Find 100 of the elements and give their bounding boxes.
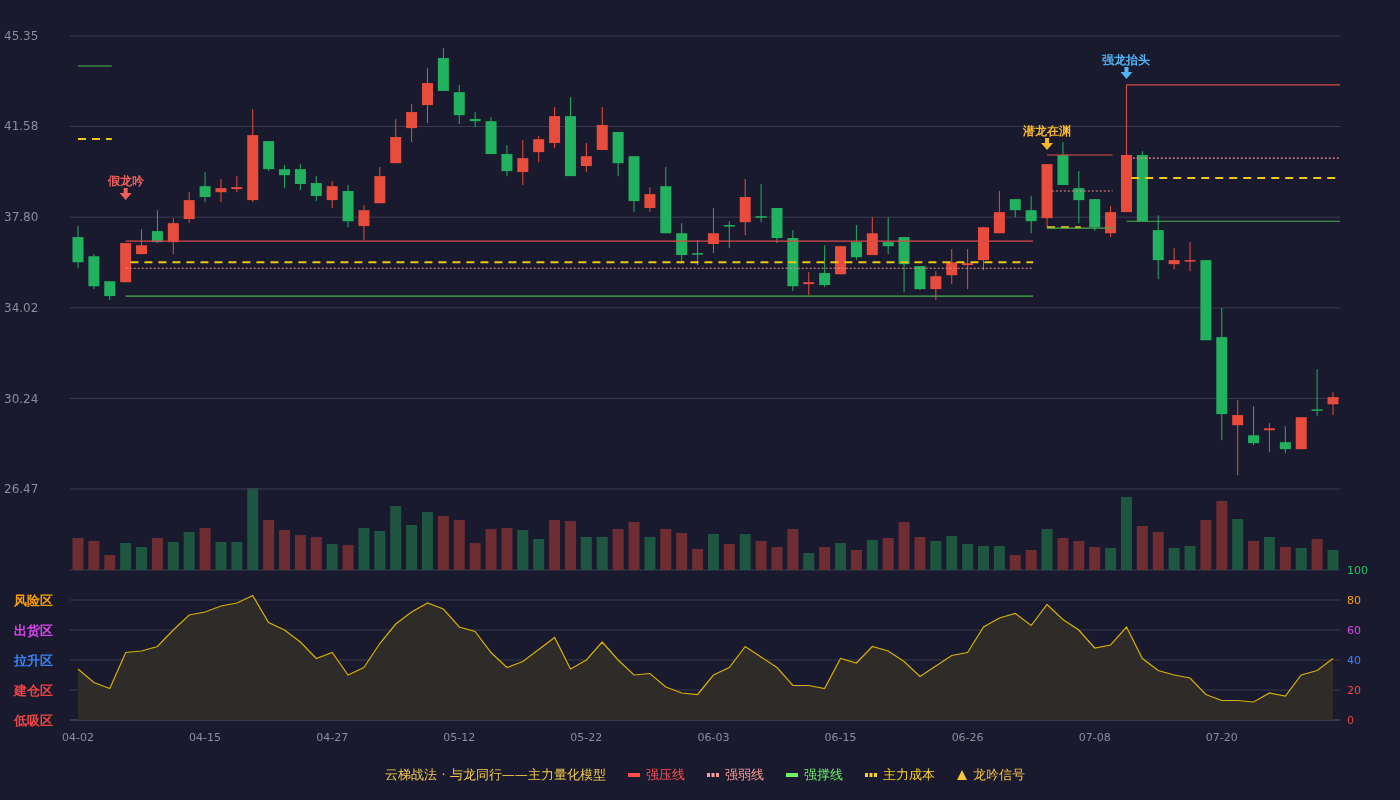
volume-bar xyxy=(136,547,148,570)
axis-label: 80 xyxy=(1347,594,1361,607)
axis-label: 04-27 xyxy=(316,731,349,744)
volume-bar xyxy=(485,529,497,570)
candlestick xyxy=(914,265,926,291)
volume-bar xyxy=(739,534,751,570)
axis-label: 07-08 xyxy=(1078,731,1111,744)
candlestick xyxy=(310,175,322,202)
candlestick xyxy=(183,191,195,224)
candlestick xyxy=(326,180,338,209)
candlestick xyxy=(882,216,894,255)
volume-bar xyxy=(167,542,179,570)
volume-bar xyxy=(628,522,640,570)
zone-label: 建仓区 xyxy=(14,683,53,698)
volume-bar xyxy=(104,555,116,570)
volume-bar xyxy=(1248,541,1260,570)
candlestick xyxy=(1009,198,1021,218)
volume-bar xyxy=(517,530,529,570)
axis-label: 04-02 xyxy=(62,731,94,744)
volume-bar xyxy=(707,534,719,570)
volume-bar xyxy=(644,537,656,570)
zone-label: 风险区 xyxy=(14,593,53,608)
volume-bar xyxy=(501,528,513,570)
candlestick xyxy=(962,248,974,290)
volume-bar xyxy=(1089,547,1101,570)
volume-bar xyxy=(1279,547,1291,570)
volume-bar xyxy=(898,522,910,570)
candlestick xyxy=(88,253,100,290)
volume-bar xyxy=(882,538,894,570)
axis-label: 04-15 xyxy=(189,731,222,744)
volume-bar xyxy=(1200,520,1212,570)
axis-label: 06-15 xyxy=(824,731,857,744)
candlestick xyxy=(342,184,354,228)
volume-bar xyxy=(771,547,783,570)
candlestick xyxy=(1295,416,1307,450)
volume-bar xyxy=(390,506,402,570)
volume-bar xyxy=(660,529,672,570)
legend-label: 强撑线 xyxy=(803,766,843,785)
axis-label: 100 xyxy=(1347,564,1368,577)
volume-bar xyxy=(215,542,227,570)
axis-label: 37.80 xyxy=(4,210,39,225)
volume-bar xyxy=(819,547,831,570)
axis-label: 06-26 xyxy=(951,731,984,744)
candlestick xyxy=(533,135,545,163)
candlestick xyxy=(485,116,497,155)
volume-bar xyxy=(1025,550,1037,570)
candlestick xyxy=(723,220,735,249)
volume-bar xyxy=(612,529,624,570)
volume-bar xyxy=(469,543,481,570)
candlestick xyxy=(1152,214,1164,280)
volume-bar xyxy=(1311,539,1323,570)
candlestick xyxy=(660,166,672,234)
candlestick xyxy=(946,248,958,285)
volume-bar xyxy=(358,528,370,570)
volume-bar xyxy=(151,538,163,570)
candlestick xyxy=(151,209,163,244)
candlestick xyxy=(819,244,831,288)
volume-bar xyxy=(787,529,799,570)
candlestick xyxy=(898,236,910,293)
volume-bar xyxy=(978,546,989,570)
candlestick xyxy=(739,178,751,236)
candlestick xyxy=(850,224,862,261)
candlestick xyxy=(1184,241,1196,272)
volume-bar xyxy=(596,537,608,570)
candlestick xyxy=(104,280,116,301)
volume-bar xyxy=(406,525,418,570)
volume-bar xyxy=(914,537,926,570)
candlestick xyxy=(1073,170,1085,224)
legend-title: 云梯战法 · 与龙同行——主力量化模型 xyxy=(385,766,606,785)
candlestick xyxy=(1057,141,1069,186)
signal-label: 潜龙在渊 xyxy=(1023,123,1072,138)
candlestick xyxy=(771,207,783,244)
volume-bar xyxy=(88,541,100,570)
zone-label: 拉升区 xyxy=(14,653,53,668)
candlestick xyxy=(596,106,608,151)
candlestick xyxy=(707,207,719,254)
volume-bar xyxy=(120,543,132,570)
volume-bar xyxy=(1184,546,1196,570)
volume-bar xyxy=(676,533,688,570)
level-line xyxy=(77,65,113,67)
volume-bar xyxy=(1041,529,1053,570)
candlestick xyxy=(1168,247,1180,270)
candlestick xyxy=(263,140,275,172)
candlestick xyxy=(294,163,306,191)
volume-bar xyxy=(263,520,275,570)
volume-bar xyxy=(1057,538,1069,570)
level-line xyxy=(1051,190,1114,192)
candlestick xyxy=(358,204,370,241)
volume-bar xyxy=(1105,548,1117,570)
volume-bar xyxy=(310,537,322,570)
candlestick xyxy=(406,103,418,143)
candlestick xyxy=(580,142,592,173)
volume-bar xyxy=(72,538,84,570)
candlestick xyxy=(437,47,449,92)
candlestick xyxy=(1311,368,1323,417)
candlestick xyxy=(1263,422,1275,453)
candlestick xyxy=(930,270,942,301)
volume-bar xyxy=(1136,526,1148,570)
volume-bar xyxy=(962,544,974,570)
legend-label: 龙吟信号 xyxy=(972,766,1025,785)
